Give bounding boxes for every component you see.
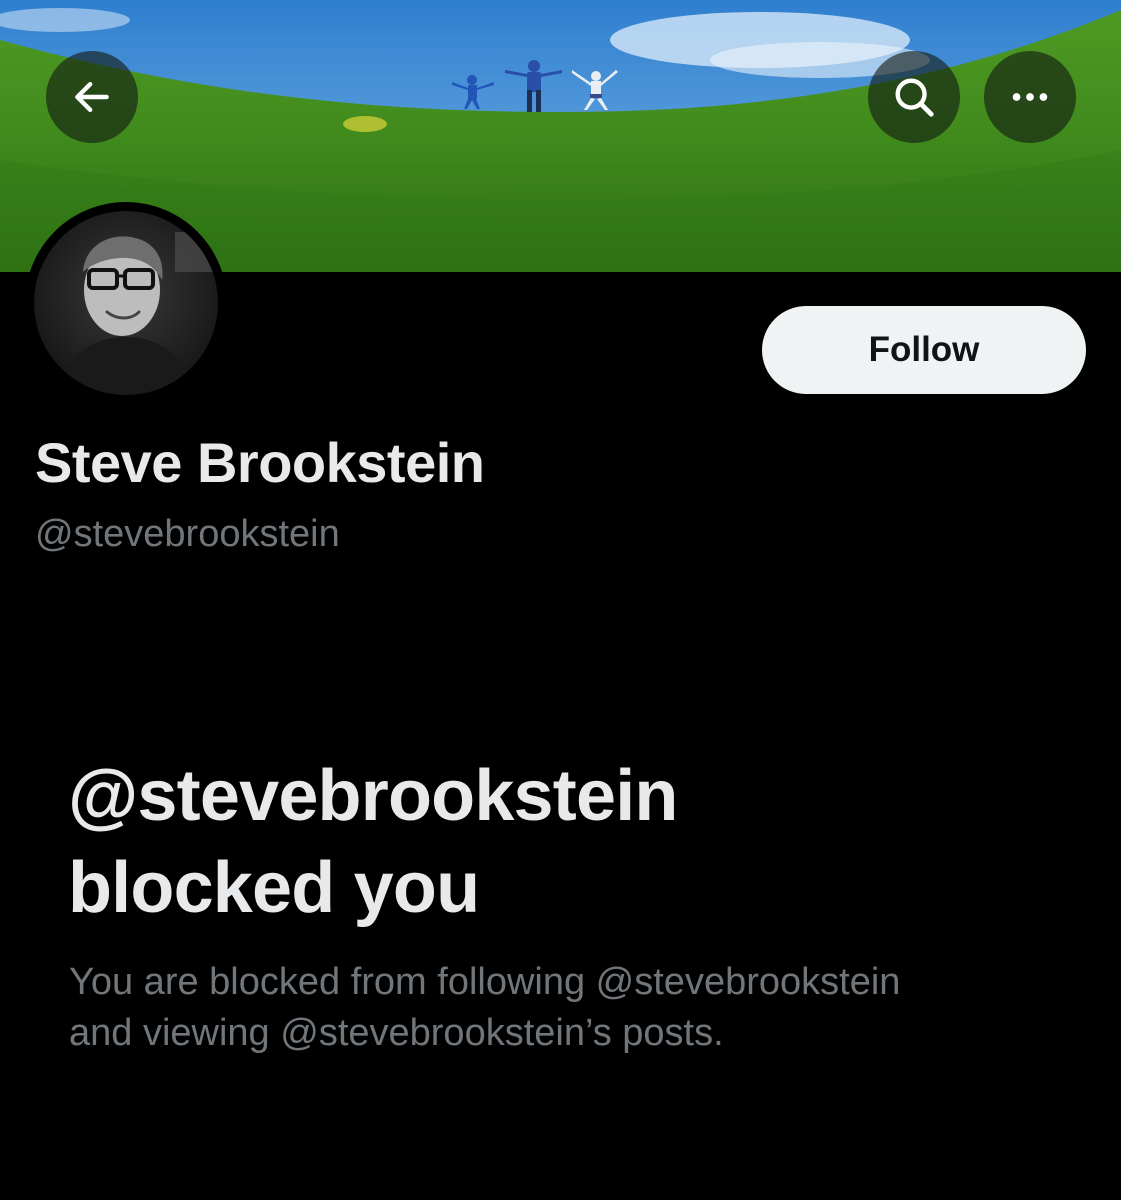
blocked-title-line2: blocked you	[68, 848, 480, 928]
search-icon	[891, 74, 937, 120]
follow-button[interactable]: Follow	[762, 306, 1086, 394]
avatar-image	[34, 211, 218, 395]
display-name: Steve Brookstein	[35, 431, 485, 494]
more-options-button[interactable]	[984, 51, 1076, 143]
blocked-description-line2: and viewing @stevebrookstein’s posts.	[69, 1012, 724, 1054]
arrow-left-icon	[70, 75, 114, 119]
blocked-title-line1: @stevebrookstein	[68, 756, 678, 836]
blocked-title: @stevebrookstein blocked you	[68, 750, 1068, 934]
search-button[interactable]	[868, 51, 960, 143]
profile-handle: @stevebrookstein	[35, 513, 340, 555]
blocked-description-line1: You are blocked from following @stevebro…	[69, 961, 901, 1003]
back-button[interactable]	[46, 51, 138, 143]
profile-avatar[interactable]	[25, 202, 227, 404]
blocked-description: You are blocked from following @stevebro…	[69, 957, 1079, 1059]
more-horizontal-icon	[1007, 74, 1053, 120]
